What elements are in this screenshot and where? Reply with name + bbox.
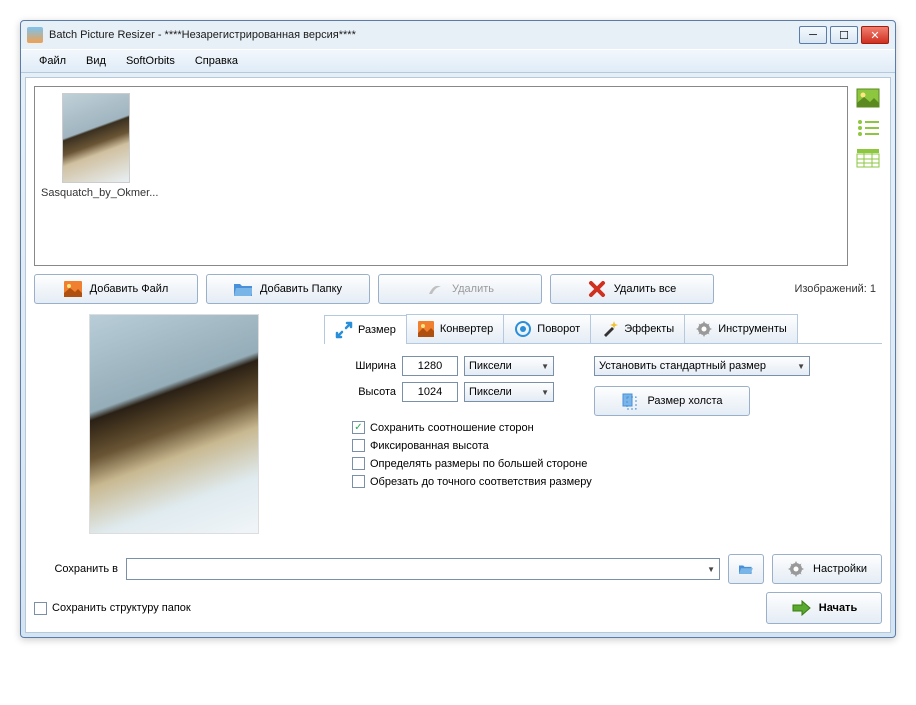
view-mode-icons: [856, 86, 882, 266]
save-to-label: Сохранить в: [34, 563, 118, 575]
height-unit-combo[interactable]: Пиксели▼: [464, 382, 554, 402]
crop-exact-label: Обрезать до точного соответствия размеру: [370, 476, 592, 488]
window-title: Batch Picture Resizer - ****Незарегистри…: [49, 29, 796, 41]
delete-label: Удалить: [452, 283, 494, 295]
add-file-icon: [64, 281, 82, 297]
gear-icon: [695, 320, 713, 338]
gear-icon: [787, 560, 805, 578]
titlebar[interactable]: Batch Picture Resizer - ****Незарегистри…: [21, 21, 895, 49]
by-larger-checkbox[interactable]: [352, 457, 365, 470]
arrow-right-icon: [791, 600, 811, 616]
keep-structure-label: Сохранить структуру папок: [52, 602, 191, 614]
keep-aspect-label: Сохранить соотношение сторон: [370, 422, 534, 434]
height-label: Высота: [332, 386, 396, 398]
chevron-down-icon: ▼: [541, 388, 549, 397]
tabs-panel: Размер Конвертер Поворот Эффекты: [324, 314, 882, 544]
menu-softorbits[interactable]: SoftOrbits: [116, 52, 185, 70]
menu-help[interactable]: Справка: [185, 52, 248, 70]
delete-all-label: Удалить все: [614, 283, 676, 295]
add-file-label: Добавить Файл: [90, 283, 169, 295]
tab-converter[interactable]: Конвертер: [406, 314, 504, 343]
menu-view[interactable]: Вид: [76, 52, 116, 70]
add-folder-label: Добавить Папку: [260, 283, 342, 295]
thumbnail-item[interactable]: Sasquatch_by_Okmer...: [41, 93, 151, 199]
delete-button: Удалить: [378, 274, 542, 304]
browse-button[interactable]: [728, 554, 764, 584]
by-larger-label: Определять размеры по большей стороне: [370, 458, 587, 470]
converter-icon: [417, 320, 435, 338]
settings-button[interactable]: Настройки: [772, 554, 882, 584]
fixed-height-label: Фиксированная высота: [370, 440, 489, 452]
footer-row: Сохранить структуру папок Начать: [34, 592, 882, 624]
thumbnail-image: [62, 93, 130, 183]
tab-rotate[interactable]: Поворот: [503, 314, 591, 343]
thumbnails-view-icon[interactable]: [856, 88, 880, 108]
standard-size-combo[interactable]: Установить стандартный размер▼: [594, 356, 810, 376]
effects-icon: [601, 320, 619, 338]
canvas-icon: [621, 392, 639, 410]
save-row: Сохранить в ▼ Настройки: [34, 554, 882, 584]
thumbnails-panel[interactable]: Sasquatch_by_Okmer...: [34, 86, 848, 266]
fixed-height-checkbox[interactable]: [352, 439, 365, 452]
save-path-combo[interactable]: ▼: [126, 558, 720, 580]
delete-all-icon: [588, 281, 606, 297]
minimize-button[interactable]: ─: [799, 26, 827, 44]
details-view-icon[interactable]: [856, 148, 880, 168]
width-input[interactable]: [402, 356, 458, 376]
canvas-size-button[interactable]: Размер холста: [594, 386, 750, 416]
size-tab-content: Ширина Пиксели▼ Высота Пиксели▼ У: [324, 344, 882, 501]
image-count: Изображений: 1: [794, 283, 882, 295]
preview-image: [89, 314, 259, 534]
delete-icon: [426, 281, 444, 297]
keep-structure-checkbox[interactable]: [34, 602, 47, 615]
file-toolbar: Добавить Файл Добавить Папку Удалить Уда…: [34, 274, 882, 304]
keep-aspect-checkbox[interactable]: ✓: [352, 421, 365, 434]
preview-panel: [34, 314, 314, 544]
resize-icon: [335, 321, 353, 339]
delete-all-button[interactable]: Удалить все: [550, 274, 714, 304]
maximize-button[interactable]: ☐: [830, 26, 858, 44]
menu-file[interactable]: Файл: [29, 52, 76, 70]
app-icon: [27, 27, 43, 43]
rotate-icon: [514, 320, 532, 338]
tab-tools[interactable]: Инструменты: [684, 314, 798, 343]
tab-size[interactable]: Размер: [324, 315, 407, 344]
start-button[interactable]: Начать: [766, 592, 882, 624]
tab-effects[interactable]: Эффекты: [590, 314, 685, 343]
chevron-down-icon: ▼: [707, 565, 715, 574]
list-view-icon[interactable]: [856, 118, 880, 138]
folder-icon: [234, 281, 252, 297]
menubar: Файл Вид SoftOrbits Справка: [21, 49, 895, 73]
crop-exact-checkbox[interactable]: [352, 475, 365, 488]
height-input[interactable]: [402, 382, 458, 402]
width-label: Ширина: [332, 360, 396, 372]
tabstrip: Размер Конвертер Поворот Эффекты: [324, 314, 882, 344]
add-file-button[interactable]: Добавить Файл: [34, 274, 198, 304]
chevron-down-icon: ▼: [541, 362, 549, 371]
lower-section: Размер Конвертер Поворот Эффекты: [34, 314, 882, 544]
thumbnail-label: Sasquatch_by_Okmer...: [41, 187, 151, 199]
close-button[interactable]: ✕: [861, 26, 889, 44]
chevron-down-icon: ▼: [797, 362, 805, 371]
content-area: Sasquatch_by_Okmer... Добавить Файл: [25, 77, 891, 633]
add-folder-button[interactable]: Добавить Папку: [206, 274, 370, 304]
thumbnails-section: Sasquatch_by_Okmer...: [34, 86, 882, 266]
app-window: Batch Picture Resizer - ****Незарегистри…: [20, 20, 896, 638]
width-unit-combo[interactable]: Пиксели▼: [464, 356, 554, 376]
folder-open-icon: [739, 561, 753, 577]
